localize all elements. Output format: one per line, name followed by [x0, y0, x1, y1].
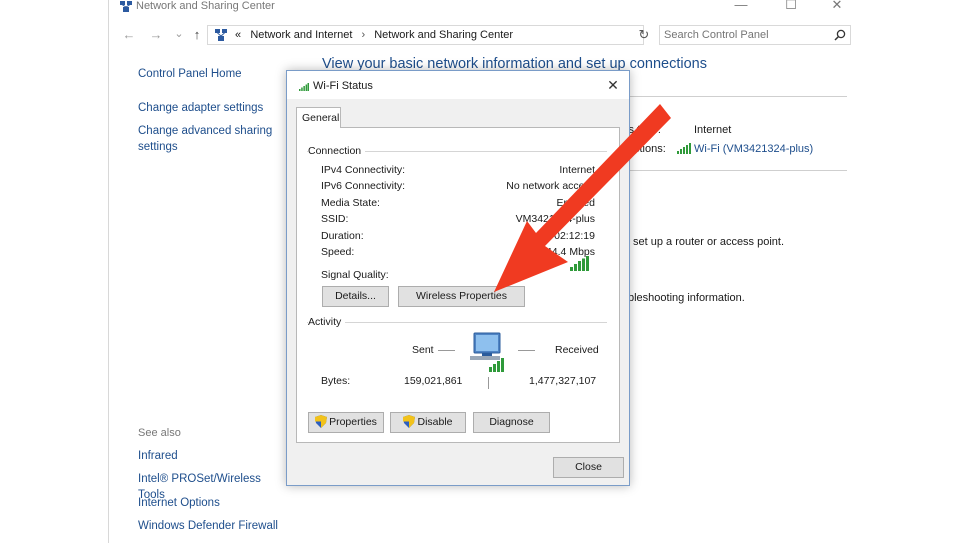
received-label: Received: [555, 344, 599, 356]
media-state-value: Enabled: [556, 197, 595, 209]
search-box[interactable]: [659, 25, 851, 45]
tab-general[interactable]: General: [296, 107, 341, 128]
general-tab-panel: Connection IPv4 Connectivity: Internet I…: [296, 127, 620, 443]
bytes-sent-value: 159,021,861: [404, 375, 463, 387]
breadcrumb-separator-icon: ›: [361, 29, 366, 41]
sent-label: Sent: [412, 344, 434, 356]
minimize-button[interactable]: —: [731, 0, 751, 12]
media-state-label: Media State:: [321, 197, 380, 209]
title-bar: Network and Sharing Center — ☐ ✕: [109, 0, 859, 18]
network-center-icon: [120, 1, 132, 12]
close-window-button[interactable]: ✕: [827, 0, 847, 12]
search-input[interactable]: [664, 29, 824, 41]
back-arrow-icon[interactable]: ←: [121, 27, 137, 42]
recent-locations-icon[interactable]: ⌄: [171, 27, 187, 40]
bytes-received-value: 1,477,327,107: [529, 375, 597, 387]
ipv4-connectivity-value: Internet: [559, 164, 595, 176]
change-advanced-sharing-link-line2[interactable]: settings: [138, 139, 178, 155]
see-also-firewall-link[interactable]: Windows Defender Firewall: [138, 518, 278, 534]
ipv6-connectivity-value: No network access: [506, 180, 595, 192]
see-also-infrared-link[interactable]: Infrared: [138, 448, 178, 464]
received-line: [518, 350, 535, 351]
connection-group-label: Connection: [308, 145, 366, 157]
breadcrumb-network-internet[interactable]: Network and Internet: [250, 29, 352, 41]
network-computer-icon: [470, 332, 504, 372]
refresh-icon[interactable]: ↻: [634, 25, 654, 45]
location-icon: [215, 29, 227, 41]
speed-label: Speed:: [321, 246, 355, 258]
address-bar: ← → ⌄ ↑ « Network and Internet › Network…: [109, 22, 859, 48]
bytes-label: Bytes:: [321, 375, 351, 387]
wifi-status-dialog: Wi-Fi Status ✕ General Connection IPv4 C…: [286, 70, 630, 486]
details-button[interactable]: Details...: [322, 286, 389, 307]
uac-shield-icon: [315, 414, 328, 428]
wifi-signal-icon: [299, 83, 309, 91]
see-also-internet-options-link[interactable]: Internet Options: [138, 495, 220, 511]
uac-shield-icon: [403, 414, 416, 428]
sent-line: [438, 350, 455, 351]
maximize-button[interactable]: ☐: [781, 0, 801, 12]
disable-button-label: Disable: [417, 416, 453, 428]
address-box[interactable]: « Network and Internet › Network and Sha…: [207, 25, 733, 45]
breadcrumb: « Network and Internet › Network and Sha…: [235, 29, 513, 41]
close-icon[interactable]: ✕: [605, 77, 621, 93]
left-pane: Control Panel Home Change adapter settin…: [109, 48, 289, 543]
ipv4-connectivity-label: IPv4 Connectivity:: [321, 164, 406, 176]
access-type-value: Internet: [694, 124, 732, 136]
duration-label: Duration:: [321, 230, 364, 242]
troubleshoot-text: bleshooting information.: [628, 292, 745, 304]
search-icon[interactable]: [834, 29, 846, 41]
see-also-label: See also: [138, 427, 181, 439]
control-panel-home-link[interactable]: Control Panel Home: [138, 66, 242, 82]
duration-value: 1 day 02:12:19: [525, 230, 595, 242]
window-title: Network and Sharing Center: [136, 0, 275, 12]
dialog-title-bar: Wi-Fi Status ✕: [287, 71, 629, 99]
disable-button[interactable]: Disable: [390, 412, 466, 433]
properties-button-label: Properties: [329, 416, 377, 428]
wireless-properties-button[interactable]: Wireless Properties: [398, 286, 525, 307]
bytes-divider: [488, 377, 489, 389]
dialog-title: Wi-Fi Status: [313, 80, 373, 92]
breadcrumb-sharing-center[interactable]: Network and Sharing Center: [374, 29, 513, 41]
connections-label: ctions:: [634, 143, 666, 155]
change-advanced-sharing-link[interactable]: Change advanced sharing: [138, 123, 272, 139]
ipv6-connectivity-label: IPv6 Connectivity:: [321, 180, 406, 192]
signal-quality-icon: [570, 256, 589, 271]
change-adapter-settings-link[interactable]: Change adapter settings: [138, 100, 263, 116]
signal-quality-label: Signal Quality:: [321, 269, 389, 281]
activity-group-label: Activity: [308, 316, 346, 328]
ssid-label: SSID:: [321, 213, 349, 225]
up-arrow-icon[interactable]: ↑: [189, 27, 205, 42]
setup-router-text: set up a router or access point.: [633, 236, 785, 248]
diagnose-button[interactable]: Diagnose: [473, 412, 550, 433]
wifi-connection-link[interactable]: Wi-Fi (VM3421324-plus): [694, 143, 813, 155]
ssid-value: VM3421324-plus: [515, 213, 595, 225]
activity-group-rule: [307, 322, 607, 323]
properties-button[interactable]: Properties: [308, 412, 384, 433]
close-dialog-button[interactable]: Close: [553, 457, 624, 478]
wifi-signal-icon: [677, 143, 691, 154]
forward-arrow-icon[interactable]: →: [148, 27, 164, 42]
